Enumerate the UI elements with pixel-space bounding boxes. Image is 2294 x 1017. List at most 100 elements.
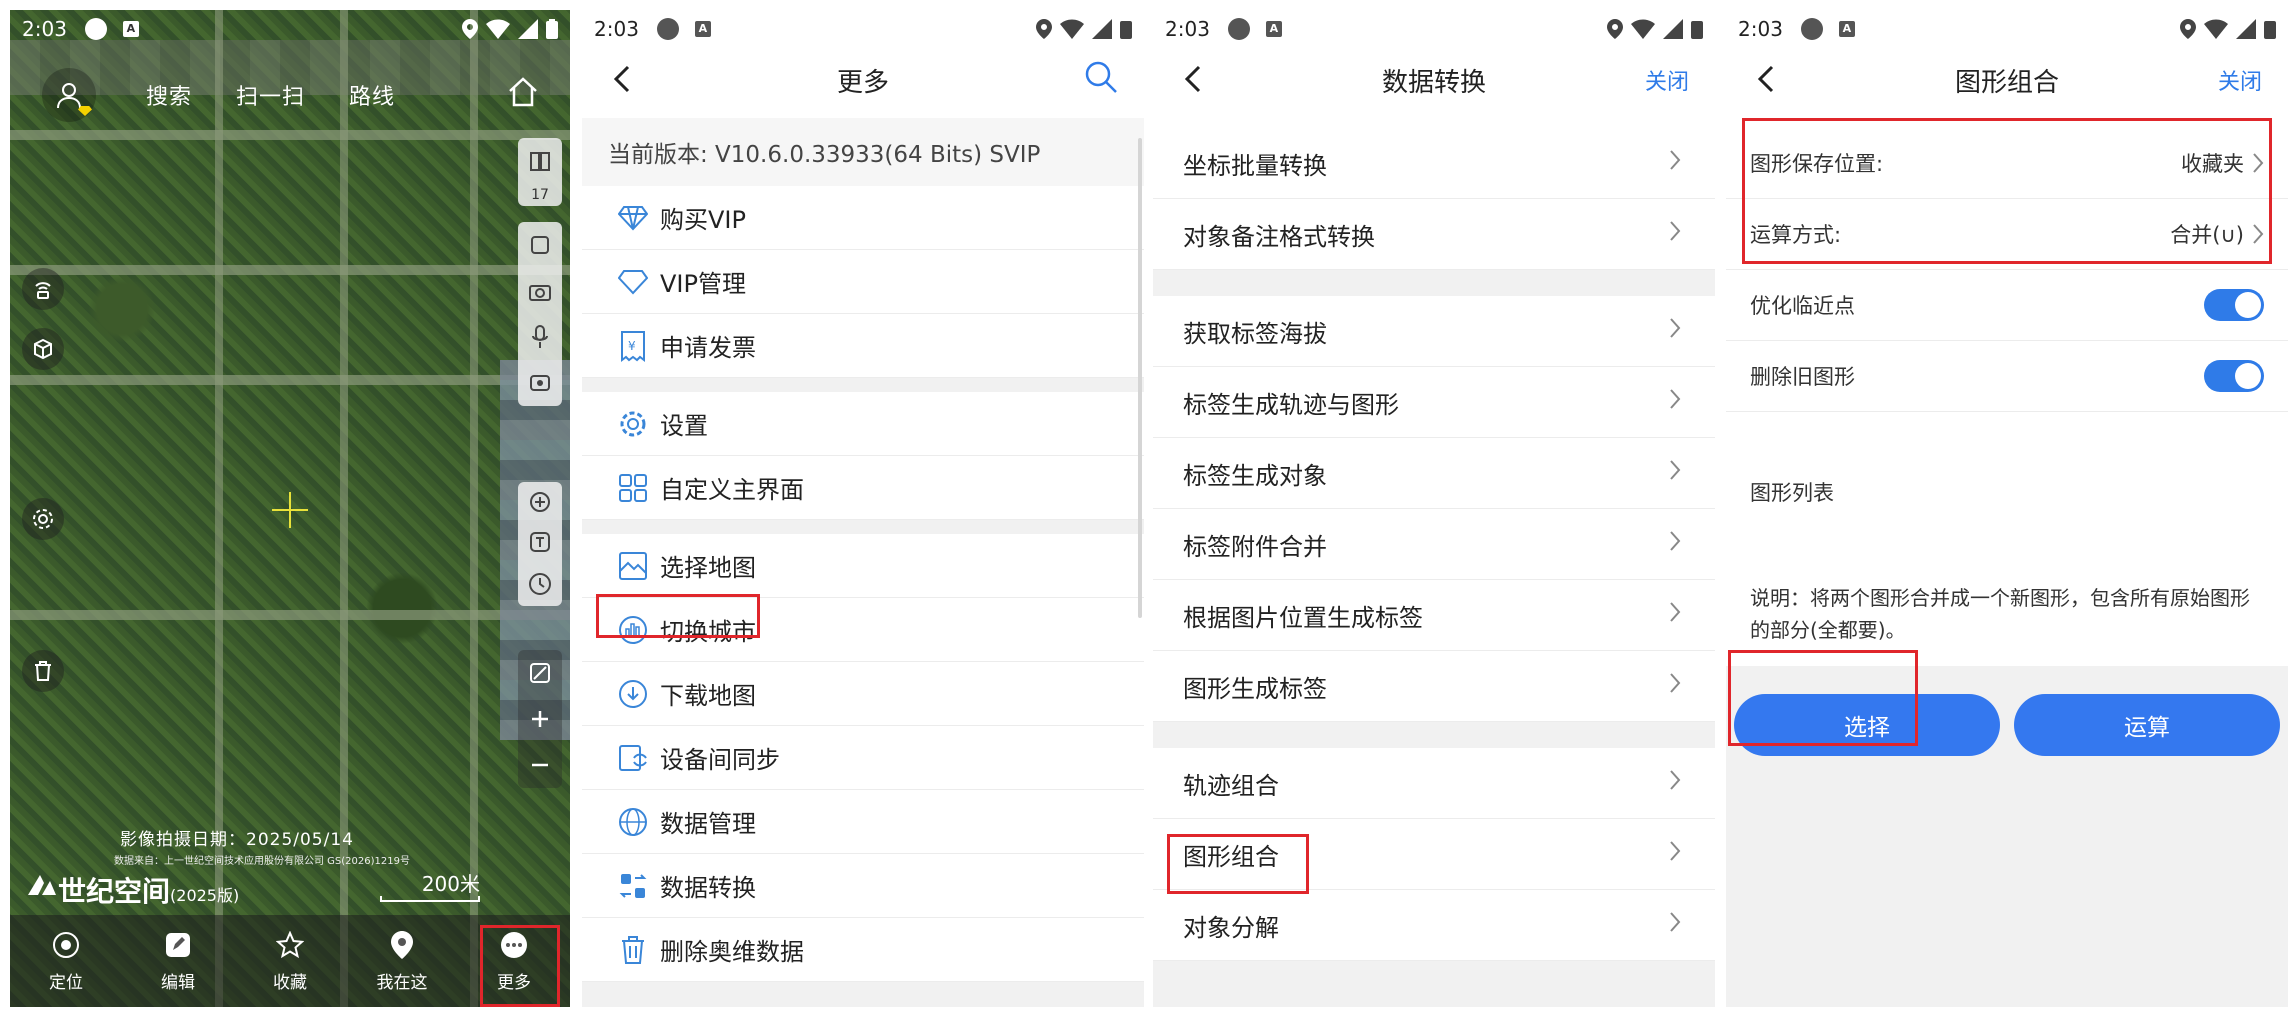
voice-button[interactable] [518,314,562,360]
menu-label: 下载地图 [660,682,756,710]
list-item-coord-batch[interactable]: 坐标批量转换 [1153,128,1715,199]
menu-label: 切换城市 [660,618,756,646]
battery-icon [546,19,558,39]
bottom-nav: 定位 编辑 收藏 我在这 更多 [10,915,570,1007]
delete-old-label: 删除旧图形 [1750,365,1855,389]
right-toolbar: 17 [518,138,562,206]
map-settings-button[interactable] [22,498,64,540]
diamond-outline-icon [618,269,648,294]
fullscreen-button[interactable] [518,222,562,268]
capture-button[interactable] [518,360,562,406]
back-button[interactable] [612,64,632,98]
search-link[interactable]: 搜索 [146,79,192,111]
menu-item-buy-vip[interactable]: 购买VIP [582,186,1144,250]
menu-item-download-map[interactable]: 下载地图 [582,662,1144,726]
delete-old-toggle[interactable] [2204,360,2264,392]
measure-button[interactable] [518,650,562,696]
menu-item-data-manage[interactable]: 数据管理 [582,790,1144,854]
status-bar: 2:03 A [1726,10,2288,48]
menu-item-switch-city[interactable]: 切换城市 [582,598,1144,662]
list-item-tag-altitude[interactable]: 获取标签海拔 [1153,296,1715,367]
locate-icon [53,931,79,958]
add-point-button[interactable] [518,482,562,522]
list-item-photo-to-tag[interactable]: 根据图片位置生成标签 [1153,580,1715,651]
chevron-right-icon [1670,460,1681,480]
back-button[interactable] [1183,64,1203,98]
status-time: 2:03 [1738,17,1783,41]
chevron-right-icon [1670,531,1681,551]
zoom-in-button[interactable] [518,696,562,742]
zoom-out-button[interactable] [518,742,562,788]
menu-item-data-convert[interactable]: 数据转换 [582,854,1144,918]
convert-icon [619,873,647,898]
delete-button[interactable] [22,650,64,692]
shape-list-label: 图形列表 [1750,481,1834,505]
menu-item-invoice[interactable]: ¥ 申请发票 [582,314,1144,378]
a-icon: A [694,21,711,37]
back-button[interactable] [1756,64,1776,98]
nav-locate-label: 定位 [49,972,83,993]
3d-view-button[interactable] [22,328,64,370]
brand-logo: 世纪空间 (2025版) [24,870,239,910]
diamond-icon [618,205,648,230]
nav-locate[interactable]: 定位 [10,915,122,1007]
history-button[interactable] [518,562,562,606]
nav-here[interactable]: 我在这 [346,915,458,1007]
location-status-icon [2180,19,2196,39]
title-bar: 图形组合 关闭 [1726,48,2288,112]
map-screen: 2:03 A 搜索 扫一扫 路线 17 影像拍摄日期：2025/05/14 数据… [10,10,570,1007]
chevron-right-icon [1670,841,1681,861]
list-item-tag-to-track[interactable]: 标签生成轨迹与图形 [1153,367,1715,438]
close-button[interactable]: 关闭 [1645,64,1689,96]
status-time: 2:03 [1165,17,1210,41]
chevron-right-icon [2253,153,2264,173]
download-icon [619,679,647,708]
optimize-toggle[interactable] [2204,289,2264,321]
cube-icon [34,338,52,360]
search-button[interactable] [1084,60,1118,100]
list-item-object-split[interactable]: 对象分解 [1153,890,1715,961]
menu-item-customize[interactable]: 自定义主界面 [582,456,1144,520]
scan-link[interactable]: 扫一扫 [236,79,305,111]
nav-more-label: 更多 [497,972,531,993]
list-item-track-combine[interactable]: 轨迹组合 [1153,748,1715,819]
pin-icon [391,930,413,959]
camera-button[interactable] [518,268,562,314]
nav-edit[interactable]: 编辑 [122,915,234,1007]
nav-favorite[interactable]: 收藏 [234,915,346,1007]
menu-item-delete-data[interactable]: 删除奥维数据 [582,918,1144,982]
route-link[interactable]: 路线 [349,79,395,111]
a-icon: A [1265,21,1282,37]
save-location-row[interactable]: 图形保存位置: 收藏夹 [1726,128,2288,199]
item-label: 图形组合 [1183,842,1279,871]
nav-more[interactable]: 更多 [458,915,570,1007]
home-button[interactable] [506,75,540,115]
scrollbar[interactable] [1138,138,1142,618]
location-status-icon [462,19,478,39]
list-item-note-format[interactable]: 对象备注格式转换 [1153,199,1715,270]
list-item-shape-to-tag[interactable]: 图形生成标签 [1153,651,1715,722]
menu-item-device-sync[interactable]: 设备间同步 [582,726,1144,790]
search-icon [1085,61,1117,93]
list-item-tag-attach-merge[interactable]: 标签附件合并 [1153,509,1715,580]
list-item-shape-combine[interactable]: 图形组合 [1153,819,1715,890]
select-button[interactable]: 选择 [1734,694,2000,756]
item-label: 获取标签海拔 [1183,319,1327,348]
item-label: 标签生成对象 [1183,461,1327,490]
back-arrow-icon [1184,65,1201,93]
gps-tool-button[interactable] [22,268,64,310]
menu-item-vip-manage[interactable]: VIP管理 [582,250,1144,314]
user-avatar-button[interactable] [42,68,96,122]
operation-row[interactable]: 运算方式: 合并(∪) [1726,199,2288,270]
menu-item-settings[interactable]: 设置 [582,392,1144,456]
text-tool-button[interactable] [518,522,562,562]
map-layers-button[interactable] [518,138,562,184]
nav-edit-label: 编辑 [161,972,195,993]
shape-list[interactable]: 图形列表 [1726,412,2288,572]
list-item-tag-to-object[interactable]: 标签生成对象 [1153,438,1715,509]
menu-label: VIP管理 [660,270,746,298]
close-button[interactable]: 关闭 [2218,64,2262,96]
signal-icon [1092,19,1112,39]
menu-item-select-map[interactable]: 选择地图 [582,534,1144,598]
compute-button[interactable]: 运算 [2014,694,2280,756]
